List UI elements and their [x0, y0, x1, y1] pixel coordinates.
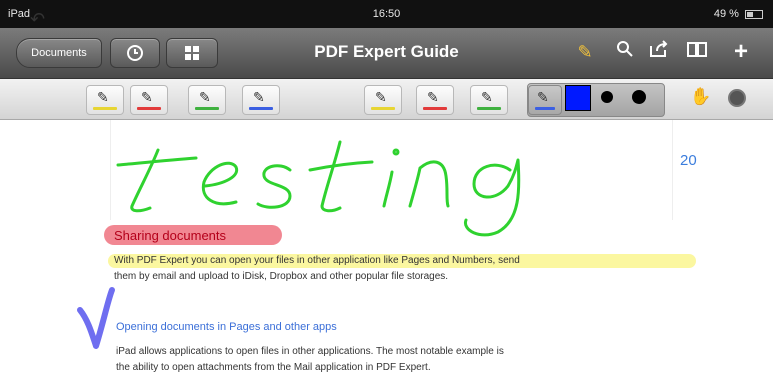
- documents-back-button[interactable]: Documents: [16, 38, 102, 68]
- blue-stripe: [249, 107, 273, 110]
- underline-red-button[interactable]: ✎: [416, 85, 454, 115]
- undo-icon[interactable]: ↶: [30, 9, 45, 30]
- blue-stripe: [535, 107, 555, 110]
- battery-indicator: 49 %: [714, 8, 763, 20]
- pencil-icon: ✎: [427, 89, 439, 105]
- page-number: 20: [680, 152, 697, 169]
- clock-icon: [127, 45, 143, 61]
- subsection-heading: Opening documents in Pages and other app…: [116, 321, 337, 333]
- pencil-icon: ✎: [375, 89, 387, 105]
- status-time: 16:50: [372, 8, 401, 20]
- green-stripe: [477, 107, 501, 110]
- stroke-medium-dot[interactable]: [601, 91, 613, 103]
- marker-icon: ✎: [199, 89, 211, 105]
- underline-yellow-button[interactable]: ✎: [364, 85, 402, 115]
- grid-icon: [185, 46, 199, 60]
- paragraph-line: iPad allows applications to open files i…: [116, 346, 504, 357]
- green-stripe: [195, 107, 219, 110]
- stroke-thick-dot[interactable]: [632, 90, 646, 104]
- marker-icon: ✎: [97, 89, 109, 105]
- red-stripe: [423, 107, 447, 110]
- marker-icon: ✎: [141, 89, 153, 105]
- highlighter-green-button[interactable]: ✎: [188, 85, 226, 115]
- red-stripe: [137, 107, 161, 110]
- battery-icon: [745, 9, 763, 19]
- highlighter-yellow-button[interactable]: ✎: [86, 85, 124, 115]
- paragraph-line: the ability to open attachments from the…: [116, 362, 431, 373]
- search-icon[interactable]: [612, 40, 638, 64]
- pencil-icon: ✎: [481, 89, 493, 105]
- hand-icon[interactable]: ✋: [690, 87, 711, 107]
- paragraph-line: With PDF Expert you can open your files …: [114, 255, 520, 266]
- book-icon[interactable]: [684, 40, 710, 64]
- battery-percent: 49 %: [713, 8, 739, 20]
- yellow-stripe: [93, 107, 117, 110]
- navigation-bar: Documents PDF Expert Guide ✎ +: [0, 28, 773, 79]
- pen-icon[interactable]: ✎: [572, 40, 598, 64]
- pen-icon: ✎: [537, 89, 549, 105]
- highlighter-red-button[interactable]: ✎: [130, 85, 168, 115]
- marker-icon: ✎: [253, 89, 265, 105]
- highlighter-blue-button[interactable]: ✎: [242, 85, 280, 115]
- color-swatch[interactable]: [565, 85, 591, 111]
- section-heading: Sharing documents: [114, 228, 227, 243]
- gear-icon[interactable]: [728, 89, 746, 107]
- pen-blue-button[interactable]: ✎: [528, 85, 562, 115]
- plus-icon[interactable]: +: [728, 40, 754, 64]
- underline-green-button[interactable]: ✎: [470, 85, 508, 115]
- recent-button[interactable]: [110, 38, 160, 68]
- page-margin-line: [110, 120, 111, 220]
- page-margin-line: [672, 120, 673, 220]
- yellow-stripe: [371, 107, 395, 110]
- document-page: [0, 120, 773, 377]
- share-icon[interactable]: [646, 40, 672, 64]
- paragraph-line: them by email and upload to iDisk, Dropb…: [114, 271, 449, 282]
- thumbnails-button[interactable]: [166, 38, 218, 68]
- status-bar: iPad 16:50 49 %: [0, 0, 773, 28]
